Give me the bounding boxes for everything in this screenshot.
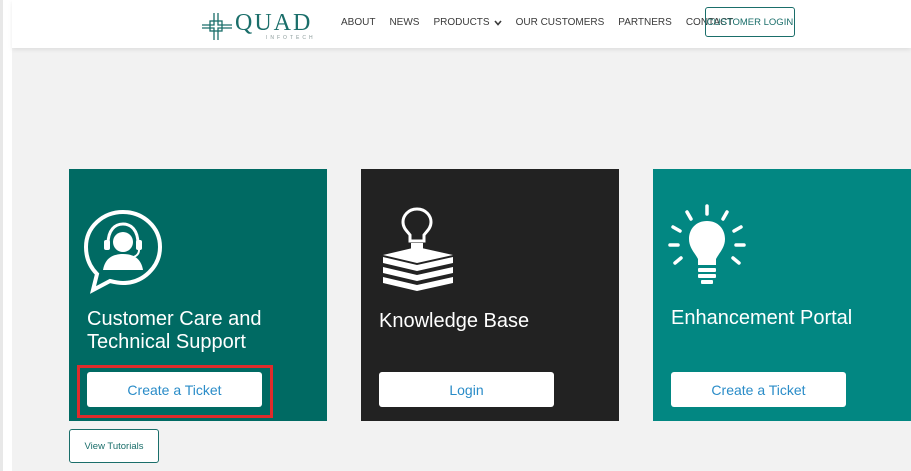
chevron-down-icon: [493, 19, 502, 26]
card-3-title-line1: Enhancement Portal: [671, 307, 853, 329]
page: QUAD INFOTECH ABOUT NEWS PRODUCTS OUR CU…: [0, 0, 911, 471]
nav-about[interactable]: ABOUT: [341, 17, 375, 28]
site-header: QUAD INFOTECH ABOUT NEWS PRODUCTS OUR CU…: [12, 0, 911, 48]
view-tutorials-button[interactable]: View Tutorials: [69, 429, 159, 463]
nav-about-label: ABOUT: [341, 17, 376, 28]
nav-news[interactable]: NEWS: [389, 17, 419, 28]
highlight-box: [77, 365, 273, 418]
card-1-title: Customer Care and Technical Support: [87, 308, 262, 354]
card-3-button-label: Create a Ticket: [711, 381, 806, 398]
customer-login-button[interactable]: CUSTOMER LOGIN: [705, 7, 795, 37]
logo-subtext: INFOTECH: [266, 35, 316, 41]
lightbulb-idea-icon: [668, 204, 746, 284]
card-3-create-ticket-button[interactable]: Create a Ticket: [671, 372, 846, 407]
card-2-title: Knowledge Base: [379, 310, 529, 333]
nav-products-label: PRODUCTS: [433, 17, 490, 28]
headset-support-icon: [83, 209, 163, 294]
nav-products[interactable]: PRODUCTS: [433, 17, 502, 28]
card-1-title-line1: Customer Care and: [87, 308, 262, 330]
nav-partners-label: PARTNERS: [618, 17, 672, 28]
card-2-title-line1: Knowledge Base: [379, 310, 530, 332]
nav-our-customers-label: OUR CUSTOMERS: [515, 17, 605, 28]
nav-partners[interactable]: PARTNERS: [618, 17, 672, 28]
quad-logo[interactable]: QUAD INFOTECH: [200, 10, 320, 42]
customer-login-label: CUSTOMER LOGIN: [706, 16, 794, 28]
books-lightbulb-icon: [383, 207, 453, 291]
card-knowledge-base: Knowledge Base Login: [361, 169, 619, 421]
main-nav: ABOUT NEWS PRODUCTS OUR CUSTOMERS PARTNE…: [341, 17, 747, 28]
card-2-login-button[interactable]: Login: [379, 372, 554, 407]
card-1-title-line2: Technical Support: [87, 331, 246, 353]
left-edge: [0, 0, 3, 471]
quad-logo-mark-icon: [202, 13, 232, 40]
card-3-title: Enhancement Portal: [671, 307, 852, 330]
card-2-button-label: Login: [449, 381, 484, 398]
nav-news-label: NEWS: [389, 17, 420, 28]
logo-wordmark: QUAD: [235, 10, 313, 36]
nav-our-customers[interactable]: OUR CUSTOMERS: [516, 17, 605, 28]
view-tutorials-label: View Tutorials: [84, 440, 144, 452]
card-enhancement-portal: Enhancement Portal Create a Ticket: [653, 169, 911, 421]
